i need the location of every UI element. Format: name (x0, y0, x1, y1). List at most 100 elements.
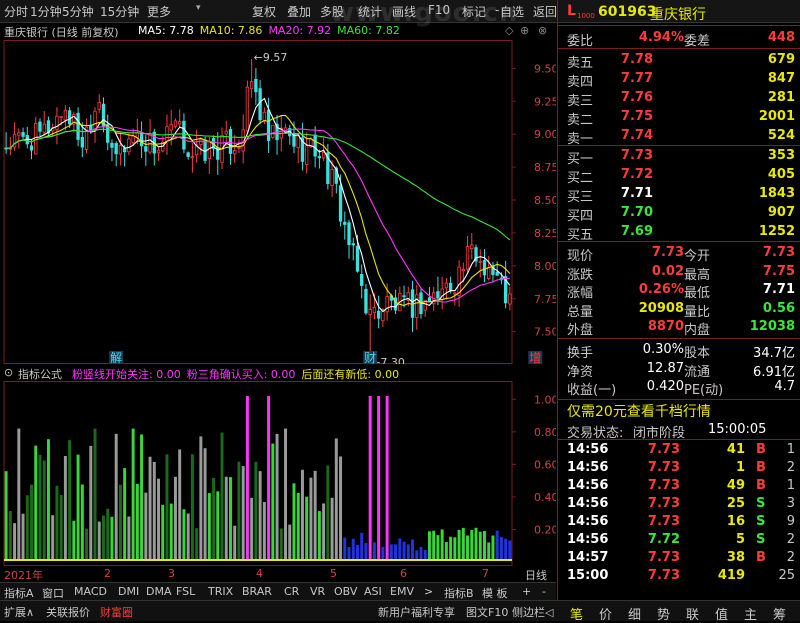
toolbar-tab-3[interactable]: 15分钟 (100, 3, 139, 20)
event-marker-1[interactable]: 财 (364, 351, 376, 364)
ma-legend-0: MA5: 7.78 (138, 24, 194, 37)
timeframe-label[interactable]: 日线 (525, 567, 547, 583)
stat-row: 涨跌 0.02 最高 7.75 (558, 263, 800, 283)
indicator-bar (220, 432, 224, 559)
indicator-bar (368, 396, 372, 559)
y-tick-label-8: 7.50 (534, 326, 556, 339)
indicator-tab-0[interactable]: 指标A (4, 585, 34, 601)
toolbar-tab-0[interactable]: 分时 (4, 3, 28, 20)
quote-tab-7[interactable]: 筹 (773, 604, 786, 623)
close-icon[interactable]: ⊗ (538, 24, 547, 37)
tick-time: 14:56 (567, 460, 609, 475)
toolbar-tab-4[interactable]: 更多 (147, 3, 171, 20)
chevron-right-icon[interactable]: > (424, 585, 433, 598)
indicator-tab-12[interactable]: EMV (390, 585, 414, 598)
toolbar-tab-2[interactable]: 5分钟 (62, 3, 94, 20)
indicator-tab-16[interactable]: - (542, 585, 546, 598)
footer-action-1[interactable]: 图文F10 (466, 604, 508, 620)
indicator-bar (347, 547, 351, 559)
quote-tab-5[interactable]: 值 (715, 604, 728, 623)
diamond-icon[interactable]: ◇ (505, 24, 513, 37)
candlestick-chart[interactable]: 9.50 9.25 9.00 8.75 8.50 8.25 8.00 7.75 7.50 ←9.5… (0, 40, 556, 364)
indicator-bar (330, 497, 334, 559)
quote-tab-0[interactable]: 笔 (570, 604, 583, 623)
event-marker-2[interactable]: 增 (529, 351, 541, 364)
ask-row[interactable]: 卖三 7.76 281 (558, 89, 800, 109)
ask-row[interactable]: 卖四 7.77 847 (558, 70, 800, 90)
ask-label: 卖三 (567, 94, 594, 109)
ask-row[interactable]: 卖一 7.74 524 (558, 127, 800, 147)
bid-row[interactable]: 买一 7.73 353 (558, 147, 800, 167)
indicator-tab-3[interactable]: DMI (118, 585, 139, 598)
y-tick-label-4: 8.50 (534, 194, 556, 207)
quote-tab-2[interactable]: 细 (628, 604, 641, 623)
indicator-tab-8[interactable]: CR (284, 585, 299, 598)
indicator-tab-11[interactable]: ASI (364, 585, 382, 598)
indicator-bar (42, 460, 46, 559)
chevron-down-icon[interactable]: ▾ (196, 3, 201, 13)
date-axis: 2021年 2 3 4 5 6 7 日线 (0, 566, 556, 582)
bid-row[interactable]: 买三 7.71 1843 (558, 185, 800, 205)
footer-link-1[interactable]: 关联报价 (46, 604, 90, 620)
stat-label: 总量 (567, 304, 594, 320)
candle-body (144, 146, 148, 152)
expand-icon[interactable]: ⊕ (520, 24, 529, 37)
indicator-tab-13[interactable]: 指标B (444, 585, 474, 601)
stat-row: 现价 7.73 今开 7.73 (558, 244, 800, 264)
quote-tab-1[interactable]: 价 (599, 604, 612, 623)
x-tick-label-0: 2021年 (4, 569, 43, 582)
indicator-tab-9[interactable]: VR (310, 585, 325, 598)
indicator-header: ⊙ 指标公式 粉竖线开始关注: 0.00 粉三角确认买入: 0.00 后面还有新低:… (0, 364, 556, 381)
x-tick-label-2: 3 (168, 567, 175, 580)
bid-row[interactable]: 买五 7.69 1252 (558, 223, 800, 243)
indicator-tab-5[interactable]: FSL (176, 585, 195, 598)
indicator-title[interactable]: 指标公式 (18, 366, 62, 382)
indicator-tab-6[interactable]: TRIX (208, 585, 233, 598)
toolbar-action-1[interactable]: 叠加 (287, 3, 311, 20)
tick-price: 7.73 (647, 568, 680, 583)
toolbar-action-8[interactable]: 返回 (533, 3, 557, 20)
footer-link-0[interactable]: 扩展∧ (4, 604, 34, 620)
ma-legend-2: MA20: 7.92 (268, 24, 332, 37)
chart-header: 重庆银行 (日线 前复权) MA5: 7.78 MA10: 7.86 MA20: 7… (0, 22, 556, 40)
ask-row[interactable]: 卖五 7.78 679 (558, 51, 800, 71)
indicator-bar (258, 471, 262, 559)
indicator-bar (169, 503, 173, 559)
bid-price: 7.71 (620, 186, 653, 201)
indicator-tab-2[interactable]: MACD (74, 585, 107, 598)
footer-action-0[interactable]: 新用户福利专享 (378, 604, 455, 620)
candle-body (207, 140, 211, 159)
indicator-bar (161, 504, 165, 559)
quote-tab-3[interactable]: 势 (657, 604, 670, 623)
bid-label: 买三 (567, 190, 594, 205)
footer-link-2[interactable]: 财富圈 (100, 604, 133, 620)
indicator-bar (339, 456, 343, 559)
toolbar-action-0[interactable]: 复权 (252, 3, 276, 20)
event-marker-0[interactable]: 解 (110, 351, 122, 364)
fundamental-value: 0.420 (646, 379, 684, 394)
indicator-chart[interactable]: 1.00 0.80 0.60 0.40 0.20 (0, 381, 556, 566)
indicator-tab-10[interactable]: OBV (334, 585, 357, 598)
promo-banner[interactable]: 仅需20元查看千档行情 (567, 401, 711, 421)
indicator-bar (178, 449, 182, 559)
indicator-tab-4[interactable]: DMA (146, 585, 172, 598)
candle-body (436, 291, 440, 299)
indicator-toggle-icon[interactable]: ⊙ (4, 366, 13, 379)
candle-body (29, 145, 34, 151)
indicator-bar (483, 531, 486, 559)
quote-tab-4[interactable]: 联 (686, 604, 699, 623)
toolbar-tab-1[interactable]: 1分钟 (30, 3, 62, 20)
indicator-bar (411, 539, 414, 559)
bid-row[interactable]: 买四 7.70 907 (558, 204, 800, 224)
indicator-tab-14[interactable]: 模 板 (482, 585, 508, 601)
footer-action-2[interactable]: 侧边栏◁ (512, 604, 553, 620)
bid-row[interactable]: 买二 7.72 405 (558, 166, 800, 186)
indicator-tab-1[interactable]: 窗口 (42, 585, 64, 601)
quote-tab-6[interactable]: 主 (744, 604, 757, 623)
ask-row[interactable]: 卖二 7.75 2001 (558, 108, 800, 128)
indicator-tab-7[interactable]: BRAR (242, 585, 272, 598)
ind-y-tick-label-4: 0.20 (534, 523, 556, 536)
indicator-bar (13, 523, 17, 559)
ind-y-tick-label-1: 0.80 (534, 426, 556, 439)
indicator-tab-15[interactable]: + (522, 585, 531, 598)
